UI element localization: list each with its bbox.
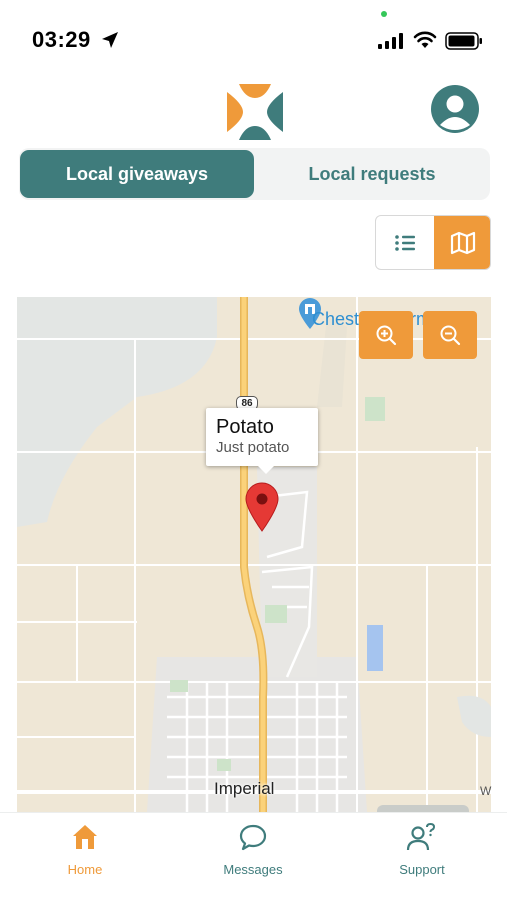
app-logo-icon bbox=[227, 84, 283, 140]
map-marker-icon[interactable] bbox=[245, 482, 279, 532]
view-toggle bbox=[375, 215, 491, 270]
map-view[interactable] bbox=[17, 297, 491, 812]
cellular-signal-icon bbox=[378, 33, 403, 49]
list-view-icon bbox=[395, 234, 415, 251]
status-time: 03:29 bbox=[32, 27, 91, 52]
tab-local-requests[interactable]: Local requests bbox=[255, 150, 489, 198]
nav-home-label: Home bbox=[67, 862, 103, 877]
list-view-button[interactable] bbox=[376, 216, 434, 269]
nav-messages-label: Messages bbox=[223, 862, 283, 877]
info-window-subtitle: Just potato bbox=[216, 439, 290, 456]
nav-support-label: Support bbox=[399, 862, 445, 877]
map-view-button[interactable] bbox=[434, 216, 490, 269]
zoom-in-icon bbox=[376, 325, 397, 346]
profile-icon bbox=[440, 95, 470, 130]
map-edge-label: W bbox=[480, 784, 492, 798]
privacy-indicator bbox=[381, 11, 387, 17]
map-view-icon bbox=[450, 231, 475, 254]
map-town-label: Imperial bbox=[214, 779, 275, 798]
zoom-out-button[interactable] bbox=[423, 311, 477, 359]
marker-info-window[interactable]: Potato Just potato bbox=[206, 408, 318, 474]
zoom-in-button[interactable] bbox=[359, 311, 413, 359]
chat-bubble-icon bbox=[239, 824, 267, 851]
wifi-icon bbox=[413, 31, 437, 48]
tab-local-giveaways[interactable]: Local giveaways bbox=[20, 150, 254, 198]
profile-avatar-button[interactable] bbox=[431, 85, 479, 133]
zoom-out-icon bbox=[440, 325, 461, 346]
home-icon bbox=[73, 825, 97, 849]
status-bar: 03:29 bbox=[0, 0, 507, 70]
listing-type-tabs: Local giveaways Local requests bbox=[19, 148, 490, 200]
nav-support[interactable]: Support bbox=[362, 822, 482, 877]
bottom-navigation: Home Messages Support bbox=[0, 812, 507, 900]
support-person-icon bbox=[406, 822, 436, 851]
nav-home[interactable]: Home bbox=[25, 823, 145, 877]
info-window-title: Potato bbox=[216, 416, 274, 438]
location-arrow-icon bbox=[102, 32, 118, 48]
nav-messages[interactable]: Messages bbox=[193, 823, 313, 877]
battery-icon bbox=[445, 32, 482, 50]
map-base-layer bbox=[17, 297, 491, 812]
